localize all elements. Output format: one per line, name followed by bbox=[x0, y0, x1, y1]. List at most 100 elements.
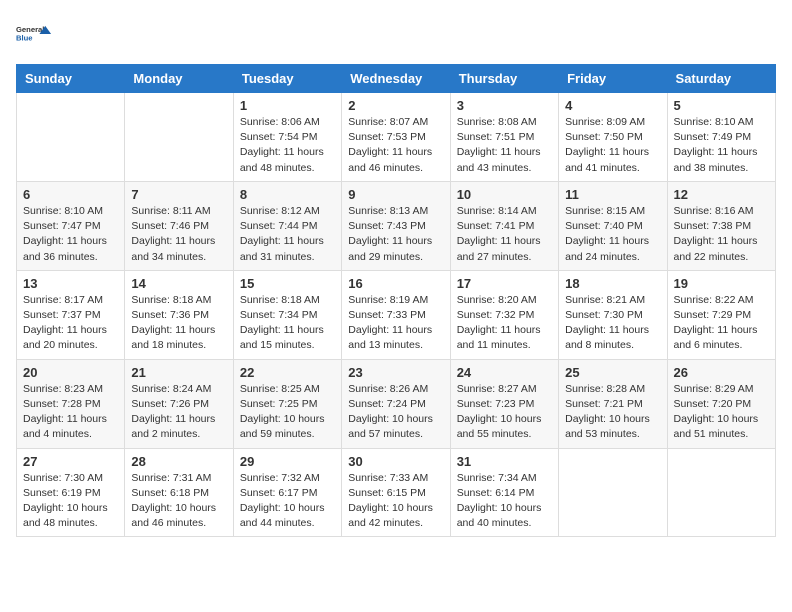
day-header: Friday bbox=[559, 65, 667, 93]
day-info: Sunrise: 8:08 AMSunset: 7:51 PMDaylight:… bbox=[457, 115, 552, 176]
day-number: 17 bbox=[457, 276, 552, 291]
day-info: Sunrise: 7:34 AMSunset: 6:14 PMDaylight:… bbox=[457, 471, 552, 532]
day-number: 27 bbox=[23, 454, 118, 469]
day-number: 7 bbox=[131, 187, 226, 202]
day-info: Sunrise: 8:11 AMSunset: 7:46 PMDaylight:… bbox=[131, 204, 226, 265]
day-info: Sunrise: 8:16 AMSunset: 7:38 PMDaylight:… bbox=[674, 204, 769, 265]
day-info: Sunrise: 7:31 AMSunset: 6:18 PMDaylight:… bbox=[131, 471, 226, 532]
day-info: Sunrise: 8:12 AMSunset: 7:44 PMDaylight:… bbox=[240, 204, 335, 265]
day-number: 11 bbox=[565, 187, 660, 202]
svg-text:General: General bbox=[16, 25, 44, 34]
day-number: 8 bbox=[240, 187, 335, 202]
day-info: Sunrise: 8:17 AMSunset: 7:37 PMDaylight:… bbox=[23, 293, 118, 354]
logo: GeneralBlue bbox=[16, 16, 52, 52]
calendar-cell: 19Sunrise: 8:22 AMSunset: 7:29 PMDayligh… bbox=[667, 270, 775, 359]
calendar-cell: 10 Sunrise: 8:14 AMSunset: 7:41 PMDayligh… bbox=[450, 181, 558, 270]
day-info: Sunrise: 8:10 AMSunset: 7:49 PMDaylight:… bbox=[674, 115, 769, 176]
logo-icon: GeneralBlue bbox=[16, 16, 52, 52]
day-number: 25 bbox=[565, 365, 660, 380]
day-info: Sunrise: 8:18 AMSunset: 7:34 PMDaylight:… bbox=[240, 293, 335, 354]
calendar-cell: 17Sunrise: 8:20 AMSunset: 7:32 PMDayligh… bbox=[450, 270, 558, 359]
calendar-cell: 5 Sunrise: 8:10 AMSunset: 7:49 PMDaylight… bbox=[667, 93, 775, 182]
calendar-cell: 14Sunrise: 8:18 AMSunset: 7:36 PMDayligh… bbox=[125, 270, 233, 359]
day-info: Sunrise: 8:21 AMSunset: 7:30 PMDaylight:… bbox=[565, 293, 660, 354]
day-number: 9 bbox=[348, 187, 443, 202]
calendar-cell: 24 Sunrise: 8:27 AMSunset: 7:23 PMDayligh… bbox=[450, 359, 558, 448]
day-info: Sunrise: 8:27 AMSunset: 7:23 PMDaylight:… bbox=[457, 382, 552, 443]
calendar-cell: 26 Sunrise: 8:29 AMSunset: 7:20 PMDayligh… bbox=[667, 359, 775, 448]
day-number: 22 bbox=[240, 365, 335, 380]
day-number: 5 bbox=[674, 98, 769, 113]
day-header: Tuesday bbox=[233, 65, 341, 93]
day-info: Sunrise: 8:13 AMSunset: 7:43 PMDaylight:… bbox=[348, 204, 443, 265]
day-info: Sunrise: 8:22 AMSunset: 7:29 PMDaylight:… bbox=[674, 293, 769, 354]
calendar-cell: 27 Sunrise: 7:30 AMSunset: 6:19 PMDayligh… bbox=[17, 448, 125, 537]
calendar-cell bbox=[667, 448, 775, 537]
day-info: Sunrise: 8:28 AMSunset: 7:21 PMDaylight:… bbox=[565, 382, 660, 443]
day-info: Sunrise: 8:15 AMSunset: 7:40 PMDaylight:… bbox=[565, 204, 660, 265]
day-info: Sunrise: 8:26 AMSunset: 7:24 PMDaylight:… bbox=[348, 382, 443, 443]
day-number: 24 bbox=[457, 365, 552, 380]
calendar-cell: 9 Sunrise: 8:13 AMSunset: 7:43 PMDaylight… bbox=[342, 181, 450, 270]
calendar-week: 20Sunrise: 8:23 AMSunset: 7:28 PMDayligh… bbox=[17, 359, 776, 448]
calendar-week: 27 Sunrise: 7:30 AMSunset: 6:19 PMDayligh… bbox=[17, 448, 776, 537]
calendar-cell: 3Sunrise: 8:08 AMSunset: 7:51 PMDaylight… bbox=[450, 93, 558, 182]
day-info: Sunrise: 8:29 AMSunset: 7:20 PMDaylight:… bbox=[674, 382, 769, 443]
day-info: Sunrise: 8:10 AMSunset: 7:47 PMDaylight:… bbox=[23, 204, 118, 265]
calendar-cell: 23 Sunrise: 8:26 AMSunset: 7:24 PMDayligh… bbox=[342, 359, 450, 448]
day-number: 21 bbox=[131, 365, 226, 380]
calendar-cell: 11 Sunrise: 8:15 AMSunset: 7:40 PMDayligh… bbox=[559, 181, 667, 270]
day-number: 18 bbox=[565, 276, 660, 291]
day-number: 12 bbox=[674, 187, 769, 202]
day-header: Monday bbox=[125, 65, 233, 93]
calendar-cell: 2 Sunrise: 8:07 AMSunset: 7:53 PMDaylight… bbox=[342, 93, 450, 182]
day-number: 23 bbox=[348, 365, 443, 380]
day-number: 14 bbox=[131, 276, 226, 291]
day-number: 10 bbox=[457, 187, 552, 202]
calendar-cell: 12 Sunrise: 8:16 AMSunset: 7:38 PMDayligh… bbox=[667, 181, 775, 270]
day-number: 15 bbox=[240, 276, 335, 291]
calendar-week: 1 Sunrise: 8:06 AMSunset: 7:54 PMDaylight… bbox=[17, 93, 776, 182]
calendar-cell: 28Sunrise: 7:31 AMSunset: 6:18 PMDayligh… bbox=[125, 448, 233, 537]
day-info: Sunrise: 8:06 AMSunset: 7:54 PMDaylight:… bbox=[240, 115, 335, 176]
calendar-cell: 30 Sunrise: 7:33 AMSunset: 6:15 PMDayligh… bbox=[342, 448, 450, 537]
calendar-cell: 31 Sunrise: 7:34 AMSunset: 6:14 PMDayligh… bbox=[450, 448, 558, 537]
calendar-cell: 29Sunrise: 7:32 AMSunset: 6:17 PMDayligh… bbox=[233, 448, 341, 537]
day-header: Thursday bbox=[450, 65, 558, 93]
calendar-cell bbox=[17, 93, 125, 182]
day-number: 13 bbox=[23, 276, 118, 291]
header: GeneralBlue bbox=[16, 16, 776, 52]
day-header: Saturday bbox=[667, 65, 775, 93]
day-info: Sunrise: 7:30 AMSunset: 6:19 PMDaylight:… bbox=[23, 471, 118, 532]
calendar-cell: 25 Sunrise: 8:28 AMSunset: 7:21 PMDayligh… bbox=[559, 359, 667, 448]
calendar-cell: 1 Sunrise: 8:06 AMSunset: 7:54 PMDaylight… bbox=[233, 93, 341, 182]
day-info: Sunrise: 8:14 AMSunset: 7:41 PMDaylight:… bbox=[457, 204, 552, 265]
day-number: 20 bbox=[23, 365, 118, 380]
calendar-cell: 21 Sunrise: 8:24 AMSunset: 7:26 PMDayligh… bbox=[125, 359, 233, 448]
calendar-cell: 15 Sunrise: 8:18 AMSunset: 7:34 PMDayligh… bbox=[233, 270, 341, 359]
day-info: Sunrise: 8:07 AMSunset: 7:53 PMDaylight:… bbox=[348, 115, 443, 176]
calendar-cell: 22 Sunrise: 8:25 AMSunset: 7:25 PMDayligh… bbox=[233, 359, 341, 448]
day-number: 26 bbox=[674, 365, 769, 380]
calendar-cell: 20Sunrise: 8:23 AMSunset: 7:28 PMDayligh… bbox=[17, 359, 125, 448]
day-number: 6 bbox=[23, 187, 118, 202]
day-info: Sunrise: 8:25 AMSunset: 7:25 PMDaylight:… bbox=[240, 382, 335, 443]
day-number: 31 bbox=[457, 454, 552, 469]
calendar-cell bbox=[559, 448, 667, 537]
day-info: Sunrise: 8:19 AMSunset: 7:33 PMDaylight:… bbox=[348, 293, 443, 354]
calendar: SundayMondayTuesdayWednesdayThursdayFrid… bbox=[16, 64, 776, 537]
day-number: 1 bbox=[240, 98, 335, 113]
calendar-cell: 4Sunrise: 8:09 AMSunset: 7:50 PMDaylight… bbox=[559, 93, 667, 182]
calendar-cell: 13 Sunrise: 8:17 AMSunset: 7:37 PMDayligh… bbox=[17, 270, 125, 359]
calendar-cell: 6 Sunrise: 8:10 AMSunset: 7:47 PMDaylight… bbox=[17, 181, 125, 270]
calendar-week: 6 Sunrise: 8:10 AMSunset: 7:47 PMDaylight… bbox=[17, 181, 776, 270]
day-number: 16 bbox=[348, 276, 443, 291]
day-info: Sunrise: 7:33 AMSunset: 6:15 PMDaylight:… bbox=[348, 471, 443, 532]
day-number: 30 bbox=[348, 454, 443, 469]
calendar-cell bbox=[125, 93, 233, 182]
day-header: Sunday bbox=[17, 65, 125, 93]
day-info: Sunrise: 8:24 AMSunset: 7:26 PMDaylight:… bbox=[131, 382, 226, 443]
calendar-week: 13 Sunrise: 8:17 AMSunset: 7:37 PMDayligh… bbox=[17, 270, 776, 359]
day-number: 2 bbox=[348, 98, 443, 113]
day-info: Sunrise: 8:09 AMSunset: 7:50 PMDaylight:… bbox=[565, 115, 660, 176]
